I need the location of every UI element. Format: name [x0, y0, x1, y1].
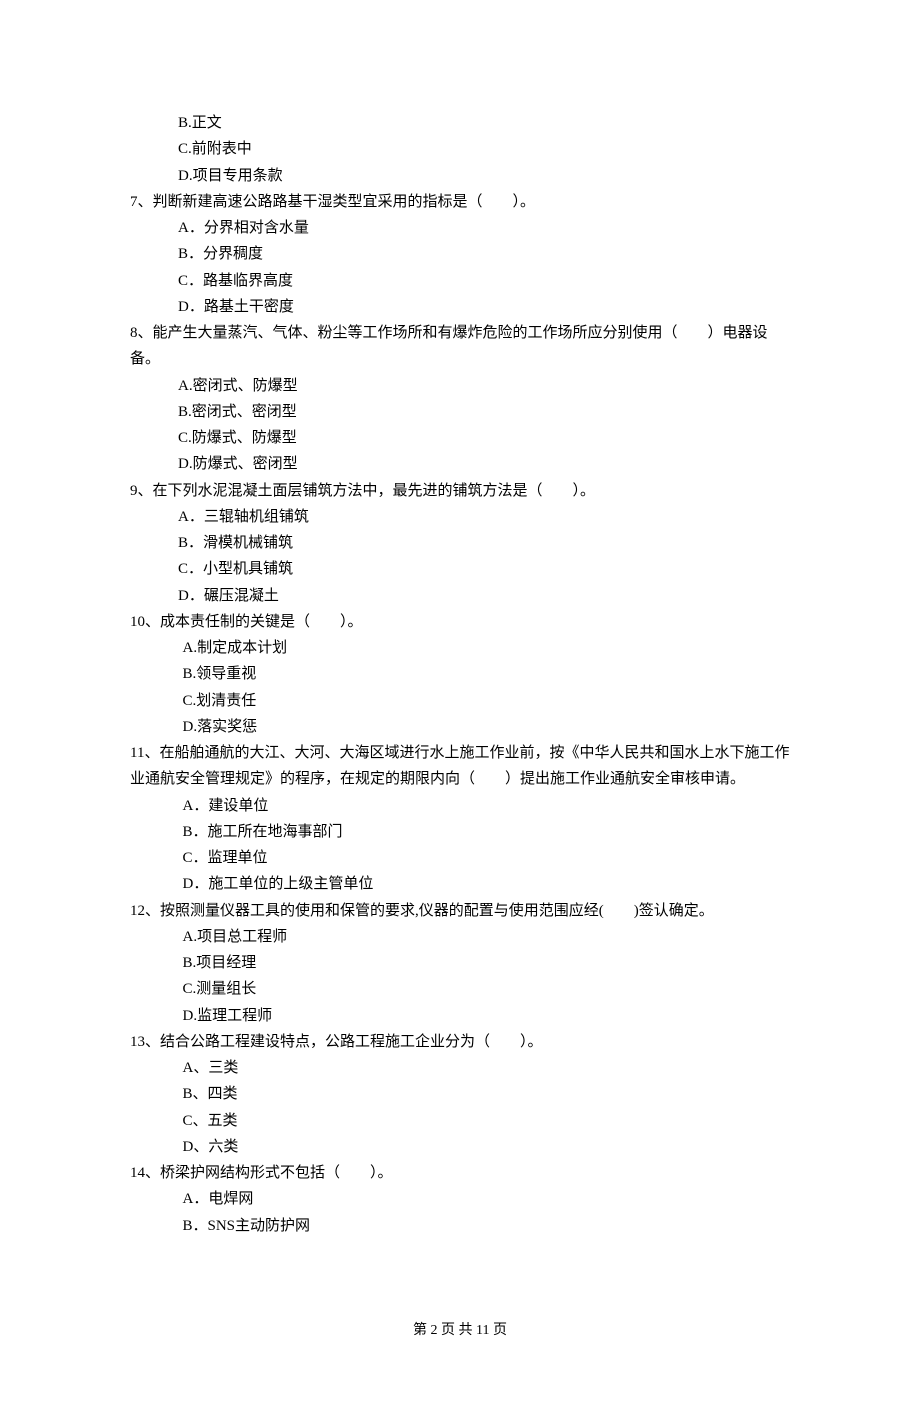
option-line: C、五类	[130, 1108, 790, 1134]
question-line: 7、判断新建高速公路路基干湿类型宜采用的指标是（ ）。	[130, 189, 790, 215]
option-line: B．施工所在地海事部门	[130, 819, 790, 845]
option-line: B.正文	[130, 110, 790, 136]
question-line: 11、在船舶通航的大江、大河、大海区域进行水上施工作业前，按《中华人民共和国水上…	[130, 740, 790, 793]
option-line: C.前附表中	[130, 136, 790, 162]
option-line: B．滑模机械铺筑	[130, 530, 790, 556]
option-line: C．监理单位	[130, 845, 790, 871]
option-line: D．路基土干密度	[130, 294, 790, 320]
option-line: C.防爆式、防爆型	[130, 425, 790, 451]
question-line: 14、桥梁护网结构形式不包括（ ）。	[130, 1160, 790, 1186]
option-line: B．分界稠度	[130, 241, 790, 267]
option-line: D．碾压混凝土	[130, 583, 790, 609]
question-line: 10、成本责任制的关键是（ ）。	[130, 609, 790, 635]
option-line: B.领导重视	[130, 661, 790, 687]
option-line: A、三类	[130, 1055, 790, 1081]
option-line: A．三辊轴机组铺筑	[130, 504, 790, 530]
question-line: 9、在下列水泥混凝土面层铺筑方法中，最先进的铺筑方法是（ ）。	[130, 478, 790, 504]
document-body: B.正文C.前附表中D.项目专用条款7、判断新建高速公路路基干湿类型宜采用的指标…	[130, 110, 790, 1239]
option-line: B.项目经理	[130, 950, 790, 976]
option-line: D.落实奖惩	[130, 714, 790, 740]
option-line: C.测量组长	[130, 976, 790, 1002]
option-line: A．建设单位	[130, 793, 790, 819]
page-footer: 第 2 页 共 11 页	[130, 1319, 790, 1344]
option-line: D．施工单位的上级主管单位	[130, 871, 790, 897]
option-line: A．电焊网	[130, 1186, 790, 1212]
option-line: C.划清责任	[130, 688, 790, 714]
option-line: A.制定成本计划	[130, 635, 790, 661]
option-line: C．路基临界高度	[130, 268, 790, 294]
option-line: D.防爆式、密闭型	[130, 451, 790, 477]
option-line: A．分界相对含水量	[130, 215, 790, 241]
question-line: 12、按照测量仪器工具的使用和保管的要求,仪器的配置与使用范围应经( )签认确定…	[130, 898, 790, 924]
option-line: B.密闭式、密闭型	[130, 399, 790, 425]
option-line: A.项目总工程师	[130, 924, 790, 950]
question-line: 13、结合公路工程建设特点，公路工程施工企业分为（ ）。	[130, 1029, 790, 1055]
question-line: 8、能产生大量蒸汽、气体、粉尘等工作场所和有爆炸危险的工作场所应分别使用（ ）电…	[130, 320, 790, 373]
option-line: B．SNS主动防护网	[130, 1213, 790, 1239]
option-line: D.项目专用条款	[130, 163, 790, 189]
option-line: B、四类	[130, 1081, 790, 1107]
option-line: C．小型机具铺筑	[130, 556, 790, 582]
option-line: D.监理工程师	[130, 1003, 790, 1029]
option-line: A.密闭式、防爆型	[130, 373, 790, 399]
option-line: D、六类	[130, 1134, 790, 1160]
